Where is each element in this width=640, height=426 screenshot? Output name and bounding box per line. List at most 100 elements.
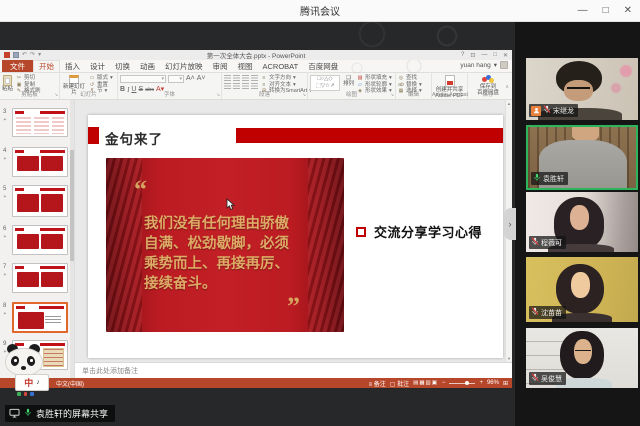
- help-icon[interactable]: ?: [461, 52, 464, 59]
- arrange-button[interactable]: ❏ 排列: [343, 75, 354, 87]
- zoom-level[interactable]: 96%: [487, 380, 499, 386]
- quick-access-toolbar[interactable]: ↶ ↷ ▾: [4, 52, 41, 58]
- tab-acrobat[interactable]: ACROBAT: [258, 60, 304, 72]
- account-dropdown-icon: ▾: [494, 61, 497, 69]
- mic-muted-icon: [543, 105, 551, 116]
- ime-chinese-badge: 中: [24, 376, 33, 389]
- video-tile-wu-junhui[interactable]: 吴俊慧: [526, 328, 638, 388]
- dialog-launcher-icon[interactable]: ↘: [390, 92, 394, 98]
- ime-panda-mascot: 中 ♪: [3, 344, 57, 396]
- paste-icon: [3, 75, 12, 86]
- thumbnail-slide-8-selected[interactable]: 8✦: [0, 302, 70, 333]
- slide-canvas[interactable]: 金句来了 “ 我们没有任何理由骄傲 自满、松劲歇脚，必须 乘势而上、再接再厉、 …: [88, 115, 503, 358]
- ppt-minimize-icon[interactable]: —: [481, 52, 487, 59]
- participant-video-panel: 宋继龙 袁胜轩 程薇可: [515, 22, 640, 426]
- ribbon: 粘贴 ✂剪切 ▣复制 ✎格式刷 剪贴板 ↘ 新建幻灯片: [0, 73, 512, 100]
- tab-design[interactable]: 设计: [85, 60, 110, 72]
- ppt-window-controls: ? ⊡ — □ ✕: [461, 52, 508, 59]
- animation-icon: ✦: [3, 194, 7, 200]
- thumbnail-slide-6[interactable]: 6✦: [0, 225, 70, 255]
- fit-slide-icon[interactable]: ⊞: [503, 380, 508, 387]
- tab-review[interactable]: 审阅: [208, 60, 233, 72]
- thumbnail-slide-3[interactable]: 3✦: [0, 108, 70, 137]
- thumbnail-slide-5[interactable]: 5✦: [0, 185, 70, 217]
- office-account[interactable]: yuan hang ▾: [460, 61, 508, 69]
- ribbon-group-save-netdisk: 保存到 百度网盘 保存: [468, 73, 508, 99]
- music-note-icon: ♪: [36, 379, 40, 386]
- quote-box[interactable]: “ 我们没有任何理由骄傲 自满、松劲歇脚，必须 乘势而上、再接再厉、 接续奋斗。…: [106, 158, 344, 332]
- font-size-select[interactable]: ▾: [168, 75, 184, 83]
- participant-nameplate: 袁胜轩: [531, 172, 568, 185]
- thumbnail-slide-4[interactable]: 4✦: [0, 147, 70, 177]
- tab-insert[interactable]: 插入: [60, 60, 85, 72]
- tab-file[interactable]: 文件: [2, 60, 33, 72]
- dialog-launcher-icon[interactable]: ↘: [216, 92, 220, 98]
- grow-font-icon[interactable]: A˄: [186, 75, 195, 83]
- video-tile-shen-miaomiao[interactable]: 沈苗苗: [526, 257, 638, 322]
- dialog-launcher-icon[interactable]: ↘: [54, 92, 58, 98]
- ime-mode-card[interactable]: 中 ♪: [15, 374, 49, 391]
- thumbnail-scrollbar[interactable]: [70, 100, 74, 378]
- square-bullet-icon: [356, 227, 366, 237]
- notes-pane[interactable]: 单击此处添加备注: [75, 362, 512, 378]
- input-language[interactable]: 中文(中国): [56, 379, 84, 388]
- title-accent-bar: [88, 127, 99, 144]
- tab-transitions[interactable]: 切换: [110, 60, 135, 72]
- bullet-item[interactable]: 交流分享学习心得: [356, 222, 482, 241]
- video-tile-yuan-shengxuan[interactable]: 袁胜轩: [526, 125, 638, 190]
- close-quote-mark: ”: [287, 300, 300, 314]
- maximize-icon[interactable]: □: [603, 6, 609, 16]
- alignment-buttons[interactable]: [224, 83, 258, 89]
- animation-icon: ✦: [3, 234, 7, 240]
- ppt-app-icon: [4, 52, 10, 58]
- qat-dropdown-icon[interactable]: ▾: [38, 52, 41, 58]
- font-name-select[interactable]: ▾: [120, 75, 166, 83]
- tab-slideshow[interactable]: 幻灯片放映: [160, 60, 208, 72]
- tab-baidu-netdisk[interactable]: 百度网盘: [303, 60, 343, 72]
- ppt-maximize-icon[interactable]: □: [493, 52, 497, 59]
- video-tile-song-jilong[interactable]: 宋继龙: [526, 58, 638, 120]
- thumbnail-slide-7[interactable]: 7✦: [0, 263, 70, 293]
- meeting-titlebar: 腾讯会议 — □ ✕: [0, 0, 640, 22]
- list-buttons[interactable]: [224, 75, 258, 81]
- ribbon-group-slides: 新建幻灯片 ▭版式▾ ↺重置 §节▾ 幻灯片: [60, 73, 118, 99]
- baidu-netdisk-icon: [482, 75, 494, 84]
- shrink-font-icon[interactable]: A˅: [197, 75, 206, 83]
- zoom-slider[interactable]: [449, 383, 475, 384]
- video-panel-collapse-tab[interactable]: ›: [504, 208, 516, 240]
- participant-name: 宋继龙: [553, 106, 574, 116]
- dialog-launcher-icon[interactable]: ↘: [302, 92, 306, 98]
- participant-name: 吴俊慧: [541, 374, 562, 384]
- shapes-gallery[interactable]: □○△◇⬚▽☆↗: [310, 75, 340, 91]
- slide-editor: 金句来了 “ 我们没有任何理由骄傲 自满、松劲歇脚，必须 乘势而上、再接再厉、 …: [75, 100, 512, 362]
- paste-button[interactable]: 粘贴: [2, 75, 13, 92]
- share-banner-label: 袁胜轩的屏幕共享: [36, 407, 108, 420]
- collapse-ribbon-icon[interactable]: ∧: [505, 84, 509, 90]
- open-quote-mark: “: [134, 180, 147, 200]
- ppt-close-icon[interactable]: ✕: [503, 52, 508, 59]
- save-icon[interactable]: [13, 52, 19, 58]
- comments-toggle-button[interactable]: ▢ 批注: [390, 379, 409, 388]
- tab-animations[interactable]: 动画: [135, 60, 160, 72]
- meeting-window-controls: — □ ✕: [578, 0, 632, 22]
- ppt-status-bar: 中文(中国) ≡ 备注 ▢ 批注 ▤▦▥▣ − + 96% ⊞: [0, 378, 512, 388]
- powerpoint-window: ↶ ↷ ▾ 第一次全体大会.pptx - PowerPoint ? ⊡ — □ …: [0, 50, 512, 388]
- redo-icon[interactable]: ↷: [30, 52, 35, 58]
- minimize-icon[interactable]: —: [578, 6, 588, 16]
- mic-muted-icon: [531, 373, 539, 384]
- notes-toggle-button[interactable]: ≡ 备注: [369, 379, 386, 388]
- video-tile-cheng-weike[interactable]: 程薇可: [526, 192, 638, 252]
- view-buttons[interactable]: ▤▦▥▣: [413, 380, 438, 386]
- ribbon-options-icon[interactable]: ⊡: [470, 52, 475, 59]
- ribbon-tab-row: 文件 开始 插入 设计 切换 动画 幻灯片放映 审阅 视图 ACROBAT 百度…: [0, 60, 512, 73]
- mic-muted-icon: [531, 237, 539, 248]
- zoom-out-icon[interactable]: −: [442, 380, 446, 386]
- tab-home[interactable]: 开始: [33, 60, 60, 72]
- ribbon-group-drawing: □○△◇⬚▽☆↗ ❏ 排列 ▨形状填充▾ ▱形状轮廓▾ ◈形状效果▾ 绘图 ↘: [308, 73, 396, 99]
- zoom-in-icon[interactable]: +: [479, 380, 483, 386]
- slide-title[interactable]: 金句来了: [105, 128, 163, 148]
- tencent-meeting-window: 腾讯会议 — □ ✕ ↶ ↷ ▾ 第一次全体大会.pptx - PowerPoi…: [0, 0, 640, 426]
- close-icon[interactable]: ✕: [624, 6, 632, 16]
- tab-view[interactable]: 视图: [233, 60, 258, 72]
- undo-icon[interactable]: ↶: [22, 52, 27, 58]
